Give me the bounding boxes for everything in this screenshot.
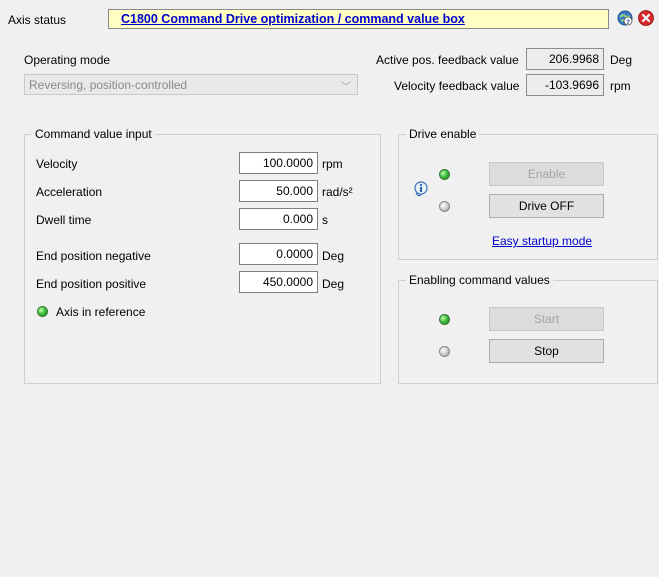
axis-status-link[interactable]: C1800 Command Drive optimization / comma…: [121, 12, 465, 26]
info-icon[interactable]: [412, 181, 430, 199]
velocity-feedback-field: -103.9696: [526, 74, 604, 96]
drive-enable-title: Drive enable: [406, 127, 480, 141]
stop-button[interactable]: Stop: [489, 339, 604, 363]
end-position-negative-label: End position negative: [36, 249, 151, 263]
operating-mode-label: Operating mode: [24, 53, 111, 67]
velocity-feedback-unit: rpm: [610, 79, 631, 93]
dwell-time-input[interactable]: 0.000: [239, 208, 318, 230]
acceleration-input[interactable]: 50.000: [239, 180, 318, 202]
command-value-input-title: Command value input: [32, 127, 155, 141]
velocity-input[interactable]: 100.0000: [239, 152, 318, 174]
active-pos-unit: Deg: [610, 53, 633, 67]
drive-off-led: [439, 201, 450, 212]
end-position-positive-label: End position positive: [36, 277, 147, 291]
chevron-down-icon: ﹀: [341, 82, 351, 93]
velocity-label: Velocity: [36, 157, 78, 171]
drive-off-button[interactable]: Drive OFF: [489, 194, 604, 218]
dwell-time-unit: s: [322, 213, 328, 227]
axis-status-label: Axis status: [8, 13, 67, 27]
enable-button[interactable]: Enable: [489, 162, 604, 186]
easy-startup-mode-link[interactable]: Easy startup mode: [492, 234, 592, 248]
end-position-negative-unit: Deg: [322, 249, 345, 263]
acceleration-label: Acceleration: [36, 185, 103, 199]
active-pos-label: Active pos. feedback value: [376, 53, 519, 67]
start-led: [439, 314, 450, 325]
help-globe-icon[interactable]: ?: [617, 10, 633, 26]
enabling-command-values-group: Enabling command values: [398, 273, 658, 384]
close-icon[interactable]: [638, 10, 654, 26]
velocity-unit: rpm: [322, 157, 343, 171]
svg-text:?: ?: [626, 18, 630, 26]
active-pos-field: 206.9968: [526, 48, 604, 70]
operating-mode-select[interactable]: Reversing, position-controlled ﹀: [24, 74, 358, 95]
end-position-positive-input[interactable]: 450.0000: [239, 271, 318, 293]
operating-mode-value: Reversing, position-controlled: [29, 78, 188, 92]
acceleration-unit: rad/s²: [322, 185, 353, 199]
axis-in-reference-label: Axis in reference: [56, 305, 146, 319]
axis-status-field: C1800 Command Drive optimization / comma…: [108, 9, 609, 29]
enabling-command-values-title: Enabling command values: [406, 273, 553, 287]
stop-led: [439, 346, 450, 357]
dwell-time-label: Dwell time: [36, 213, 92, 227]
end-position-positive-unit: Deg: [322, 277, 345, 291]
axis-in-reference-led: [37, 306, 48, 317]
velocity-feedback-label: Velocity feedback value: [394, 79, 520, 93]
drive-enabled-led: [439, 169, 450, 180]
end-position-negative-input[interactable]: 0.0000: [239, 243, 318, 265]
start-button[interactable]: Start: [489, 307, 604, 331]
